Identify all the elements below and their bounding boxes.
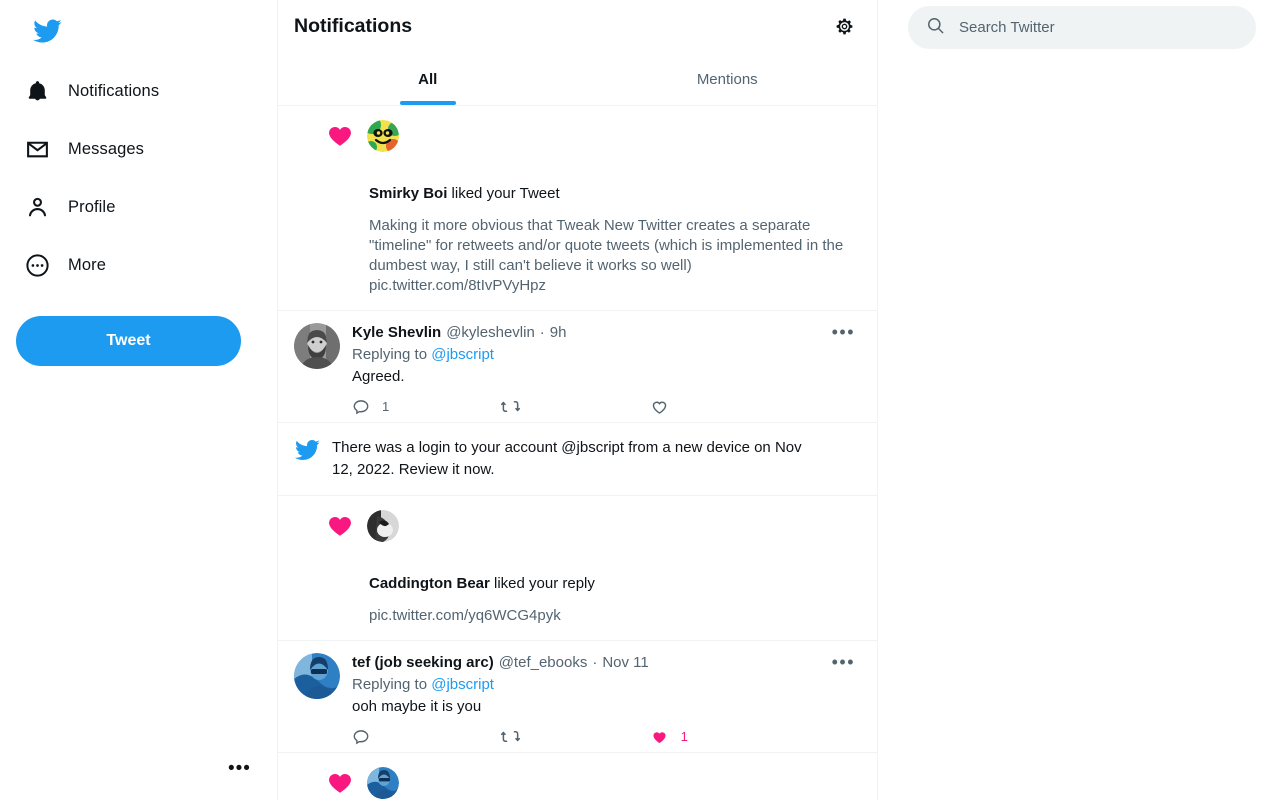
tweet-more-button[interactable]: ••• bbox=[826, 323, 861, 341]
notification-tweet-item[interactable]: Kyle Shevlin @kyleshevlin · 9h Replying … bbox=[278, 311, 877, 423]
tef-avatar[interactable] bbox=[294, 653, 340, 699]
like-header bbox=[294, 120, 861, 152]
envelope-icon bbox=[24, 136, 50, 162]
sidebar-item-label: Messages bbox=[68, 139, 145, 158]
sidebar-item-more[interactable]: More bbox=[14, 240, 122, 290]
replying-to-prefix: Replying to bbox=[352, 346, 432, 363]
tweet-text: ooh maybe it is you bbox=[352, 698, 482, 715]
like-count: 1 bbox=[680, 729, 688, 744]
heart-icon bbox=[327, 770, 353, 796]
search-input[interactable] bbox=[959, 19, 1238, 36]
like-button[interactable] bbox=[650, 397, 744, 416]
replying-to-line: Replying to @jbscript bbox=[352, 674, 814, 696]
smirky-boi-avatar[interactable] bbox=[367, 120, 399, 152]
sidebar-item-label: Notifications bbox=[68, 81, 160, 100]
reply-button[interactable] bbox=[352, 727, 501, 746]
tab-mentions[interactable]: Mentions bbox=[578, 53, 878, 105]
tweet-author-handle: @tef_ebooks bbox=[498, 654, 588, 671]
tef-avatar[interactable] bbox=[367, 767, 399, 799]
like-header bbox=[294, 767, 861, 799]
tweet-main: tef (job seeking arc) @tef_ebooks · Nov … bbox=[352, 653, 814, 746]
twitter-bird-logo[interactable] bbox=[22, 6, 72, 56]
reply-button[interactable]: 1 bbox=[352, 397, 501, 416]
tweet-text: Agreed. bbox=[352, 368, 405, 385]
sidebar-item-notifications[interactable]: Notifications bbox=[14, 66, 175, 116]
left-sidebar: Notifications Messages Profile More Twee… bbox=[0, 0, 278, 800]
heart-icon bbox=[327, 513, 353, 539]
retweet-button[interactable] bbox=[500, 397, 650, 416]
more-circle-icon bbox=[24, 252, 50, 278]
notification-like-item[interactable]: Caddington Bear liked your reply pic.twi… bbox=[278, 496, 877, 641]
tweet-author-name[interactable]: Kyle Shevlin bbox=[352, 323, 441, 343]
action-text: liked your reply bbox=[494, 575, 595, 592]
tweet-author-line: tef (job seeking arc) @tef_ebooks · Nov … bbox=[352, 653, 814, 673]
liked-tweet-text: pic.twitter.com/yq6WCG4pyk bbox=[369, 607, 561, 624]
actor-name[interactable]: Caddington Bear bbox=[369, 575, 490, 592]
separator-dot: · bbox=[539, 324, 545, 341]
retweet-button[interactable] bbox=[500, 727, 650, 746]
tweet-timestamp: Nov 11 bbox=[602, 654, 649, 671]
gear-icon[interactable] bbox=[827, 10, 861, 44]
notifications-column: Notifications All Mentions Smirky Boi li… bbox=[278, 0, 878, 800]
tweet-main: Kyle Shevlin @kyleshevlin · 9h Replying … bbox=[352, 323, 814, 416]
bell-icon bbox=[24, 78, 50, 104]
twitter-app: Notifications Messages Profile More Twee… bbox=[0, 0, 1280, 800]
sidebar-item-label: More bbox=[68, 255, 106, 274]
tweet-button[interactable]: Tweet bbox=[16, 316, 241, 366]
actor-name[interactable]: Smirky Boi bbox=[369, 185, 447, 202]
tweet-author-handle: @kyleshevlin bbox=[446, 324, 535, 341]
search-icon bbox=[926, 16, 945, 40]
sidebar-item-messages[interactable]: Messages bbox=[14, 124, 160, 174]
sidebar-item-label: Profile bbox=[68, 197, 116, 216]
reply-count: 1 bbox=[382, 399, 390, 414]
notification-feed: Smirky Boi liked your Tweet Making it mo… bbox=[278, 106, 877, 800]
notification-tabs: All Mentions bbox=[278, 53, 877, 106]
sidebar-item-profile[interactable]: Profile bbox=[14, 182, 131, 232]
like-actor-line: Smirky Boi liked your Tweet bbox=[369, 184, 861, 204]
search-bar[interactable] bbox=[908, 6, 1256, 49]
tab-all[interactable]: All bbox=[278, 53, 578, 105]
heart-icon bbox=[327, 123, 353, 149]
tweet-actions: 1 bbox=[352, 397, 814, 416]
action-text: liked your Tweet bbox=[451, 185, 560, 202]
like-header bbox=[294, 510, 861, 542]
liked-tweet-text: Making it more obvious that Tweak New Tw… bbox=[369, 217, 848, 294]
caddington-bear-avatar[interactable] bbox=[367, 510, 399, 542]
notification-like-item[interactable]: Smirky Boi liked your Tweet Making it mo… bbox=[278, 106, 877, 311]
logo-row bbox=[0, 0, 277, 66]
replying-to-mention[interactable]: @jbscript bbox=[431, 346, 494, 363]
tweet-author-name[interactable]: tef (job seeking arc) bbox=[352, 653, 494, 673]
person-icon bbox=[24, 194, 50, 220]
replying-to-prefix: Replying to bbox=[352, 676, 432, 693]
sidebar-nav: Notifications Messages Profile More bbox=[0, 66, 277, 298]
system-notification-text: There was a login to your account @jbscr… bbox=[332, 439, 802, 478]
tweet-more-button[interactable]: ••• bbox=[826, 653, 861, 671]
right-sidebar bbox=[878, 0, 1280, 800]
page-title: Notifications bbox=[294, 15, 413, 37]
kyle-shevlin-avatar[interactable] bbox=[294, 323, 340, 369]
like-button[interactable]: 1 bbox=[650, 727, 744, 746]
account-menu-button[interactable]: ••• bbox=[228, 759, 251, 778]
like-body: Caddington Bear liked your reply pic.twi… bbox=[294, 574, 861, 626]
tweet-author-line: Kyle Shevlin @kyleshevlin · 9h bbox=[352, 323, 814, 343]
tweet-actions: 1 bbox=[352, 727, 814, 746]
tweet-timestamp: 9h bbox=[549, 324, 567, 341]
notification-tweet-item[interactable]: tef (job seeking arc) @tef_ebooks · Nov … bbox=[278, 641, 877, 753]
separator-dot: · bbox=[592, 654, 598, 671]
replying-to-line: Replying to @jbscript bbox=[352, 344, 814, 366]
twitter-bird-icon bbox=[294, 437, 320, 463]
like-actor-line: Caddington Bear liked your reply bbox=[369, 574, 861, 594]
notification-system-item[interactable]: There was a login to your account @jbscr… bbox=[278, 423, 877, 496]
column-header: Notifications bbox=[278, 0, 877, 53]
notification-like-item[interactable]: tef (job seeking arc) liked your reply I… bbox=[278, 753, 877, 800]
like-body: Smirky Boi liked your Tweet Making it mo… bbox=[294, 184, 861, 296]
replying-to-mention[interactable]: @jbscript bbox=[431, 676, 494, 693]
